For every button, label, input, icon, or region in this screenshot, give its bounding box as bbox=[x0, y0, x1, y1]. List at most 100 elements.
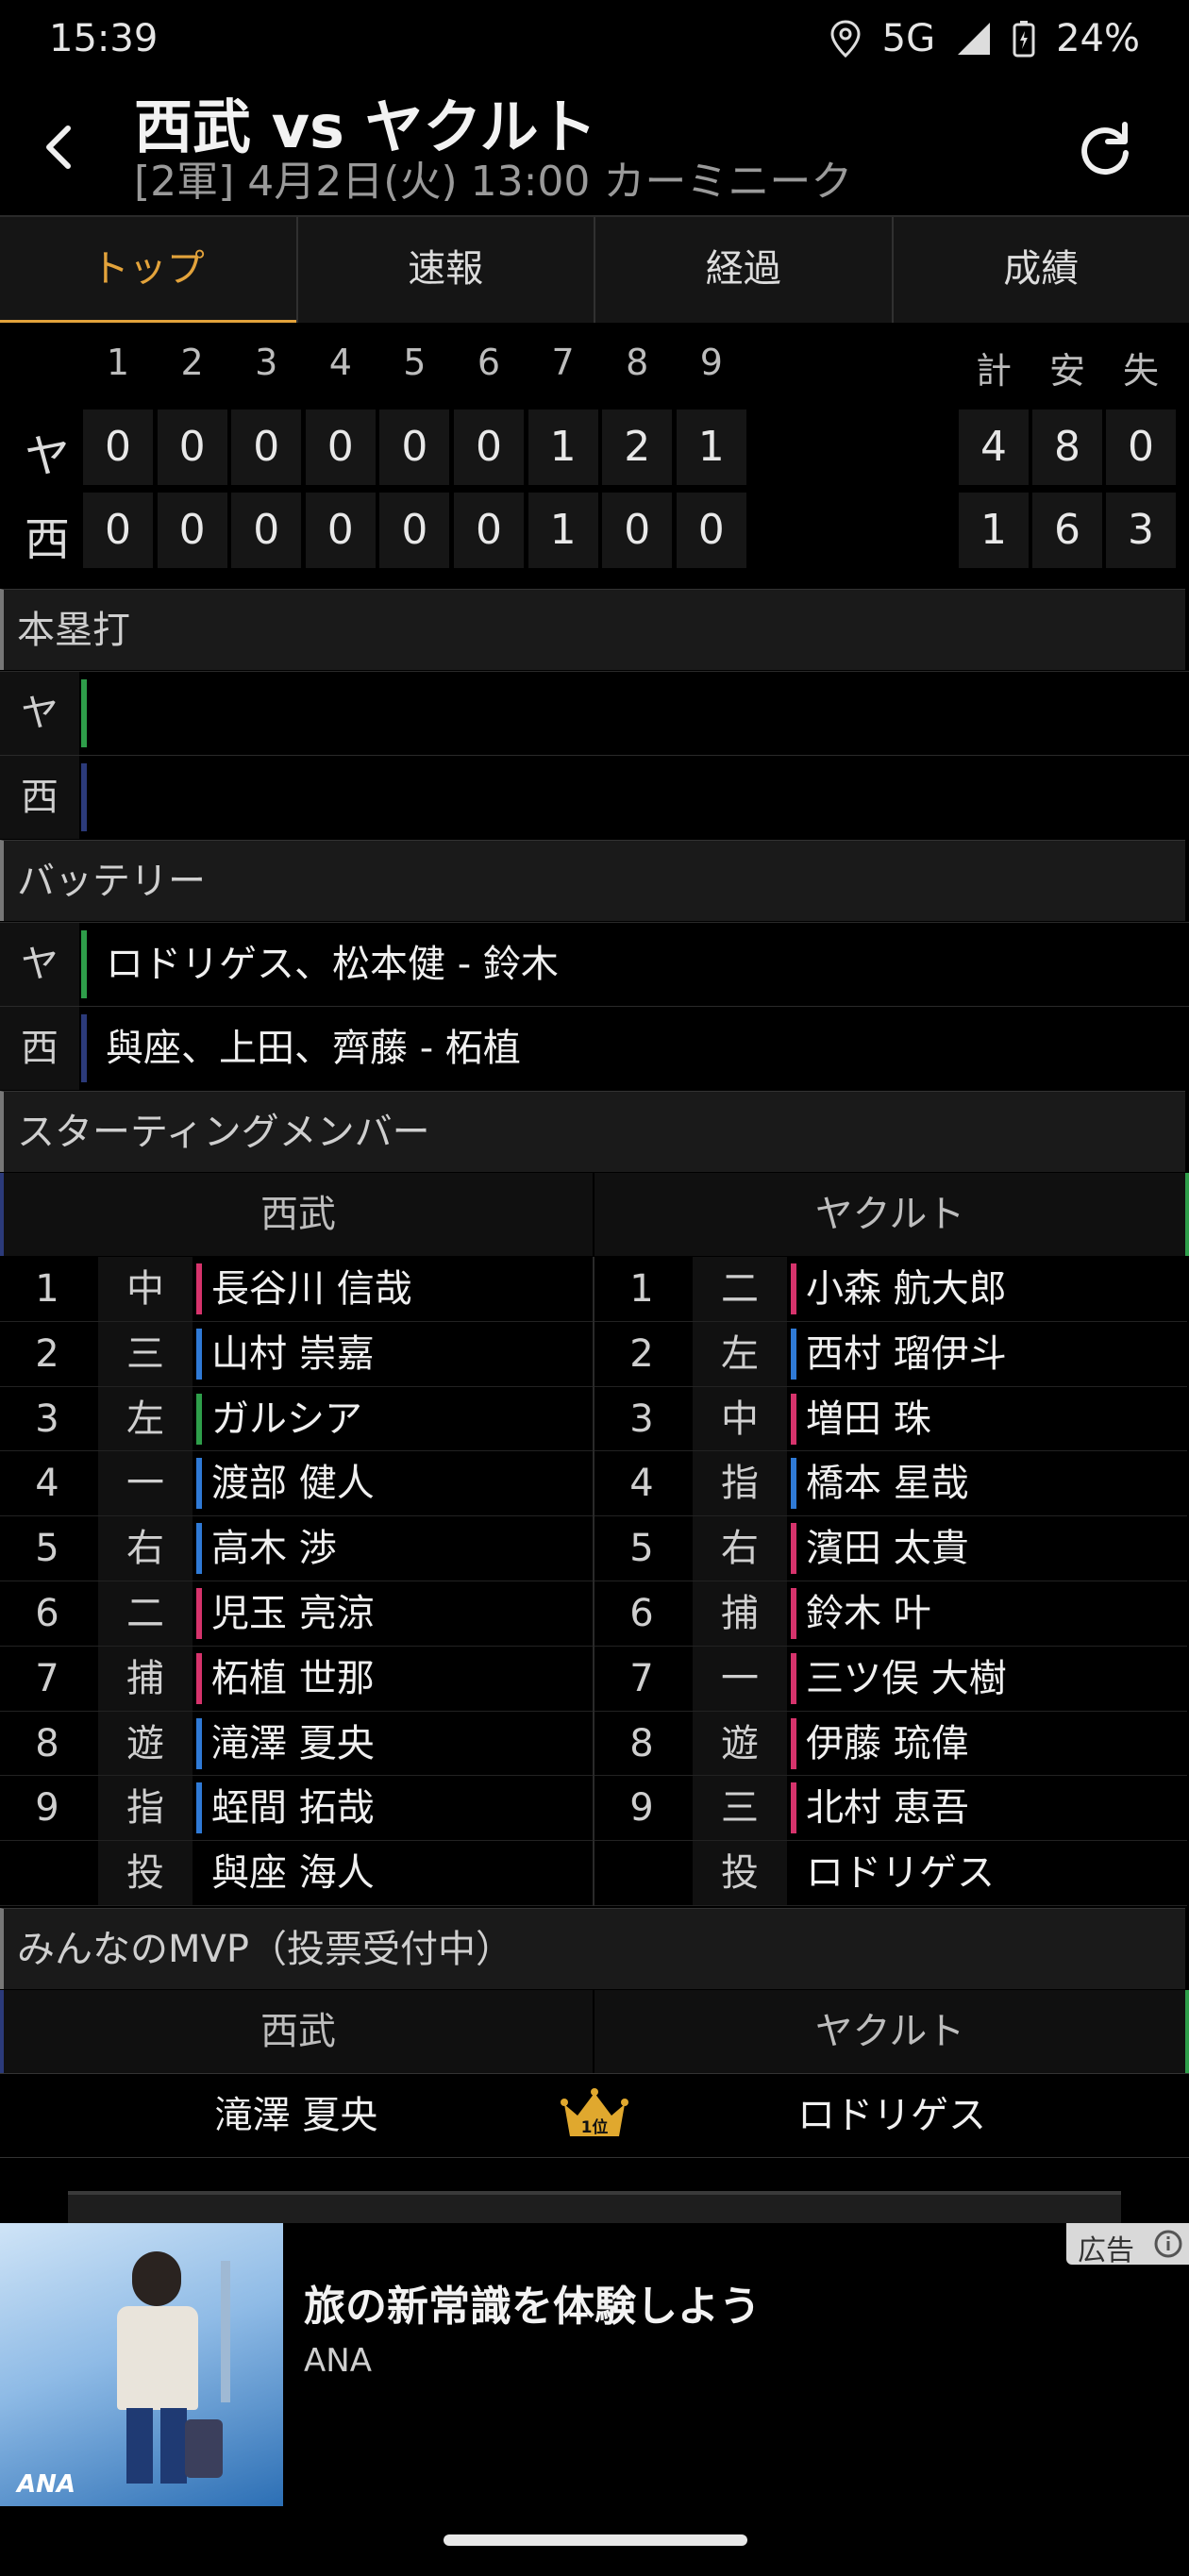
tab-top[interactable]: トップ bbox=[0, 217, 298, 325]
fielding-position: 三 bbox=[693, 1776, 787, 1842]
position-color-bar bbox=[196, 1263, 202, 1314]
total-score-cell: 8 bbox=[1032, 410, 1102, 485]
player-name[interactable]: 蛭間 拓哉 bbox=[211, 1776, 375, 1841]
position-color-bar bbox=[196, 1458, 202, 1510]
ad-badge-label: 広告 bbox=[1078, 2234, 1134, 2267]
home-indicator[interactable] bbox=[444, 2534, 747, 2546]
fielding-position: 右 bbox=[98, 1516, 193, 1581]
batting-order: 4 bbox=[35, 1462, 59, 1506]
inning-header: 1 bbox=[106, 342, 130, 383]
player-name[interactable]: ガルシア bbox=[211, 1387, 362, 1452]
player-name[interactable]: ロドリゲス bbox=[806, 1841, 995, 1906]
score-team-label: ヤ bbox=[24, 430, 70, 483]
inning-score-cell: 0 bbox=[231, 410, 302, 485]
location-icon bbox=[830, 20, 861, 58]
batting-order: 7 bbox=[35, 1656, 59, 1700]
batting-order: 7 bbox=[629, 1656, 654, 1700]
inning-score-cell: 0 bbox=[305, 493, 376, 568]
fielding-position: 指 bbox=[98, 1776, 193, 1842]
scoreboard: 123456789計安失ヤ000000121480西000000100163 bbox=[0, 323, 1189, 587]
total-score-cell: 1 bbox=[959, 493, 1029, 568]
tab-stats[interactable]: 成績 bbox=[894, 217, 1189, 323]
batting-order: 2 bbox=[35, 1331, 59, 1376]
batting-order: 9 bbox=[35, 1786, 59, 1831]
fielding-position: 中 bbox=[693, 1386, 787, 1452]
tab-progress[interactable]: 経過 bbox=[595, 217, 894, 323]
status-icons: 5G 24% bbox=[829, 17, 1140, 60]
player-name[interactable]: 山村 崇嘉 bbox=[211, 1322, 375, 1387]
position-color-bar bbox=[791, 1263, 796, 1314]
position-color-bar bbox=[196, 1717, 202, 1769]
status-bar: 15:39 5G 24% bbox=[0, 0, 1189, 79]
player-name[interactable]: 北村 恵吾 bbox=[806, 1776, 969, 1841]
player-name[interactable]: 伊藤 琉偉 bbox=[806, 1712, 969, 1777]
ana-logo: ANA bbox=[17, 2470, 76, 2499]
fielding-position: 二 bbox=[693, 1257, 787, 1322]
battery-icon bbox=[1013, 21, 1035, 58]
totals-header: 安 bbox=[1048, 350, 1085, 392]
fielding-position: 左 bbox=[693, 1321, 787, 1387]
player-name[interactable]: 高木 渉 bbox=[211, 1516, 337, 1581]
player-name[interactable]: 鈴木 叶 bbox=[806, 1581, 931, 1647]
player-name[interactable]: 長谷川 信哉 bbox=[211, 1257, 412, 1322]
inning-score-cell: 0 bbox=[231, 493, 302, 568]
player-name[interactable]: 児玉 亮涼 bbox=[211, 1581, 375, 1647]
player-name[interactable]: 小森 航大郎 bbox=[806, 1257, 1007, 1322]
player-name[interactable]: 橋本 星哉 bbox=[806, 1451, 969, 1516]
inning-header: 3 bbox=[255, 342, 278, 383]
signal-icon bbox=[958, 23, 991, 55]
fielding-position: 三 bbox=[98, 1321, 193, 1387]
section-lineup-header: スターティングメンバー bbox=[0, 1091, 1185, 1172]
mvp-away-team: ヤクルト bbox=[594, 1990, 1189, 2073]
ad-banner[interactable]: ANA 旅の新常識を体験しよう ANA 広告 bbox=[0, 2223, 1189, 2506]
position-color-bar bbox=[196, 1523, 202, 1575]
batting-order: 3 bbox=[629, 1397, 654, 1441]
player-name[interactable]: 與座 海人 bbox=[211, 1841, 375, 1906]
section-battery-header: バッテリー bbox=[0, 840, 1185, 921]
player-name[interactable]: 三ツ俣 大樹 bbox=[806, 1647, 1007, 1712]
player-name[interactable]: 滝澤 夏央 bbox=[211, 1712, 375, 1777]
inning-score-cell: 0 bbox=[454, 493, 524, 568]
tab-bar: トップ 速報 経過 成績 bbox=[0, 215, 1189, 325]
battery-value: ロドリゲス、松本健 - 鈴木 bbox=[106, 943, 559, 986]
fielding-position: 二 bbox=[98, 1581, 193, 1647]
player-name[interactable]: 柘植 世那 bbox=[211, 1647, 375, 1712]
batting-order: 8 bbox=[35, 1721, 59, 1765]
ad-headline[interactable]: 旅の新常識を体験しよう bbox=[304, 2272, 761, 2333]
total-score-cell: 6 bbox=[1032, 493, 1102, 568]
ad-badge[interactable]: 広告 bbox=[1066, 2223, 1189, 2267]
mvp-home-player[interactable]: 滝澤 夏央 bbox=[0, 2074, 593, 2157]
team-color-bar bbox=[81, 930, 87, 998]
tab-live[interactable]: 速報 bbox=[298, 217, 595, 323]
column-divider bbox=[593, 1257, 594, 1906]
total-score-cell: 4 bbox=[959, 410, 1029, 485]
lineup-table: 1 中長谷川 信哉 2 三山村 崇嘉 3 左ガルシア 4 一渡部 健人 5 右高木 渉 6 二児玉 亮… bbox=[0, 1257, 1189, 1906]
mvp-home-team: 西武 bbox=[0, 1990, 593, 2073]
inning-header: 5 bbox=[403, 342, 427, 383]
team-label: ヤ bbox=[0, 672, 79, 755]
position-color-bar bbox=[196, 1393, 202, 1445]
battery-row-away: ヤ ロドリゲス、松本健 - 鈴木 bbox=[0, 922, 1189, 1006]
position-color-bar bbox=[791, 1782, 796, 1834]
fielding-position: 一 bbox=[693, 1646, 787, 1712]
mvp-row: 滝澤 夏央 1位 ロドリゲス bbox=[0, 2073, 1189, 2158]
ad-image[interactable]: ANA bbox=[0, 2223, 283, 2506]
team-label: 西 bbox=[0, 756, 79, 839]
batting-order: 6 bbox=[35, 1592, 59, 1635]
back-arrow-icon[interactable] bbox=[32, 119, 89, 176]
battery-percent: 24% bbox=[1056, 17, 1140, 60]
player-name[interactable]: 渡部 健人 bbox=[211, 1451, 375, 1516]
position-color-bar bbox=[791, 1523, 796, 1575]
inning-header: 6 bbox=[477, 342, 501, 383]
player-name[interactable]: 濱田 太貴 bbox=[806, 1516, 969, 1581]
position-color-bar bbox=[791, 1717, 796, 1769]
batting-order: 1 bbox=[35, 1267, 59, 1311]
team-label: 西 bbox=[0, 1007, 79, 1090]
refresh-icon[interactable] bbox=[1072, 117, 1138, 183]
player-name[interactable]: 西村 瑠伊斗 bbox=[806, 1322, 1007, 1387]
player-name[interactable]: 増田 珠 bbox=[806, 1387, 931, 1452]
inning-score-cell: 2 bbox=[602, 410, 673, 485]
mvp-away-player[interactable]: ロドリゲス bbox=[594, 2074, 1189, 2157]
batting-order: 5 bbox=[629, 1527, 654, 1571]
position-color-bar bbox=[791, 1458, 796, 1510]
